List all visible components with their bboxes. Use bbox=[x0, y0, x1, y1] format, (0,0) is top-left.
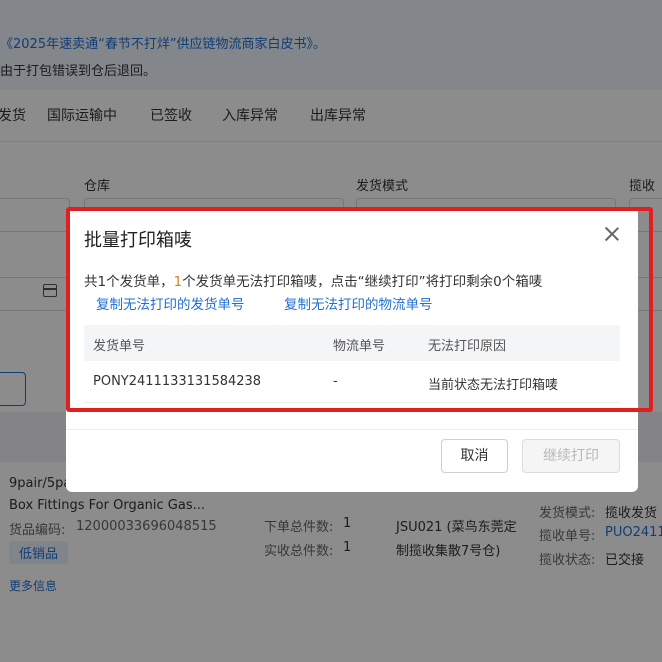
print-summary: 共1个发货单，1个发货单无法打印箱唛，点击“继续打印”将打印剩余0个箱唛 bbox=[84, 270, 542, 290]
modal-title: 批量打印箱唛 bbox=[84, 230, 192, 251]
close-icon[interactable] bbox=[602, 224, 622, 244]
table-header: 发货单号 物流单号 无法打印原因 bbox=[84, 325, 620, 361]
cancel-button[interactable]: 取消 bbox=[441, 439, 508, 473]
continue-print-button[interactable]: 继续打印 bbox=[522, 439, 620, 473]
header-reason: 无法打印原因 bbox=[428, 339, 507, 354]
summary-suffix: 个发货单无法打印箱唛，点击“继续打印”将打印剩余0个箱唛 bbox=[182, 274, 543, 290]
modal-footer-divider bbox=[66, 429, 638, 430]
cell-logistics-no: - bbox=[333, 374, 338, 389]
header-shipment-no: 发货单号 bbox=[93, 339, 146, 354]
summary-prefix: 共1个发货单， bbox=[84, 274, 174, 290]
batch-print-modal: 批量打印箱唛 共1个发货单，1个发货单无法打印箱唛，点击“继续打印”将打印剩余0… bbox=[66, 207, 638, 492]
table-row: PONY2411133131584238 - 当前状态无法打印箱唛 bbox=[84, 361, 620, 403]
cell-reason: 当前状态无法打印箱唛 bbox=[428, 378, 559, 393]
copy-shipment-numbers-link[interactable]: 复制无法打印的发货单号 bbox=[96, 293, 245, 313]
copy-logistics-numbers-link[interactable]: 复制无法打印的物流单号 bbox=[284, 293, 433, 313]
unprintable-count: 1 bbox=[173, 274, 183, 290]
header-logistics-no: 物流单号 bbox=[333, 339, 386, 354]
cell-shipment-no: PONY2411133131584238 bbox=[93, 374, 262, 389]
